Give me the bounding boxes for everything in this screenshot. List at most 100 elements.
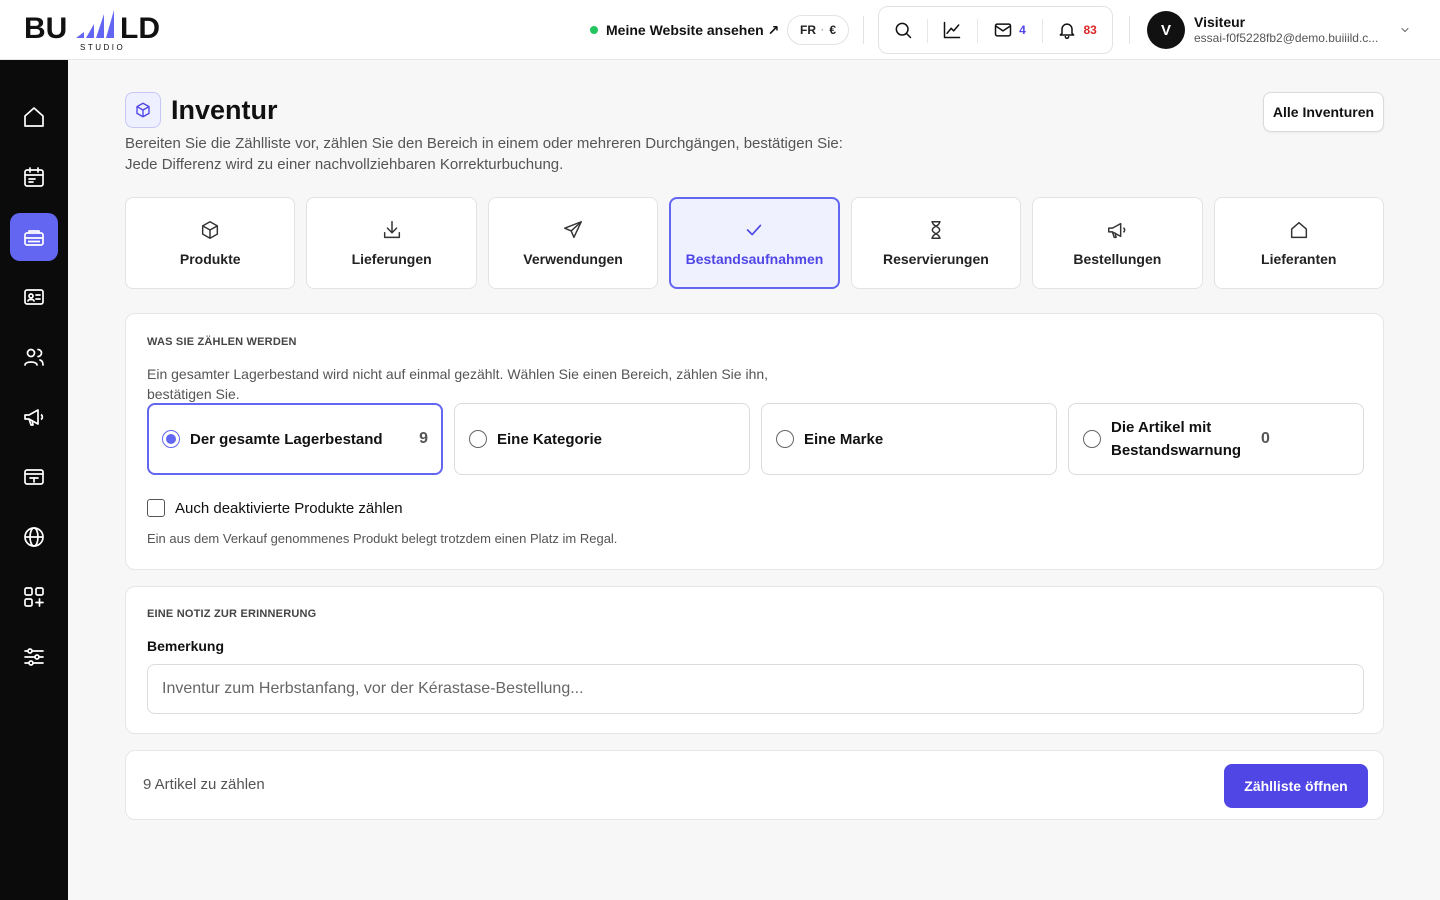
sidebar-item-users[interactable]: [10, 333, 58, 381]
svg-text:STUDIO: STUDIO: [80, 43, 125, 52]
locale-separator: ·: [820, 24, 825, 36]
divider: [863, 16, 864, 44]
mail-icon: [994, 23, 1012, 37]
tab-reservierungen[interactable]: Reservierungen: [850, 197, 1022, 289]
radio-button[interactable]: [1083, 430, 1101, 448]
register-icon: [24, 469, 44, 485]
all-inventories-button[interactable]: Alle Inventuren: [1263, 92, 1384, 132]
section-heading: Eine Notiz zur Erinnerung: [147, 608, 317, 620]
sidebar-item-calendar[interactable]: [10, 153, 58, 201]
user-menu[interactable]: V Visiteur essai-f0f5228fb2@demo.buiiild…: [1147, 11, 1417, 49]
megaphone-icon: [1108, 222, 1126, 239]
tab-verwendungen[interactable]: Verwendungen: [487, 197, 659, 289]
page-title: Inventur: [171, 95, 278, 125]
sliders-icon: [24, 648, 44, 666]
box-icon: [202, 221, 219, 239]
radio-selected-dot: [166, 434, 176, 444]
include-disabled-label: Auch deaktivierte Produkte zählen: [175, 499, 403, 517]
tab-lieferanten[interactable]: Lieferanten: [1213, 197, 1384, 289]
scope-options: Der gesamte Lagerbestand 9 Eine Kategori…: [147, 403, 1364, 475]
sidebar-item-home[interactable]: [10, 93, 58, 141]
tab-label: Lieferanten: [1261, 251, 1337, 267]
locale-switcher[interactable]: FR · €: [787, 15, 849, 45]
search-button[interactable]: [879, 7, 927, 53]
section-description: Ein gesamter Lagerbestand wird nicht auf…: [147, 366, 769, 402]
divider: [1129, 16, 1130, 44]
notifications-button[interactable]: 83: [1042, 7, 1112, 53]
open-count-list-button[interactable]: Zählliste öffnen: [1224, 764, 1368, 808]
page-icon: [125, 92, 161, 128]
sidebar-item-marketing[interactable]: [10, 393, 58, 441]
view-website-link[interactable]: Meine Website ansehen ↗: [590, 20, 779, 40]
user-info: Visiteur essai-f0f5228fb2@demo.buiiild.c…: [1194, 14, 1389, 46]
radio-button[interactable]: [469, 430, 487, 448]
remark-label: Bemerkung: [147, 638, 225, 654]
remark-input[interactable]: [147, 664, 1364, 714]
online-status-dot: [590, 26, 598, 34]
analytics-button[interactable]: [926, 7, 977, 53]
chart-line-icon: [943, 21, 960, 39]
radio-button[interactable]: [162, 430, 180, 448]
box-icon: [136, 102, 150, 118]
logo-mark: BU LD STUDIO: [24, 10, 160, 52]
tab-label: Bestellungen: [1073, 251, 1162, 267]
option-category[interactable]: Eine Kategorie: [454, 403, 750, 475]
inventory-icon: [24, 230, 44, 246]
option-count: 0: [1261, 430, 1270, 447]
sidebar-item-settings[interactable]: [10, 633, 58, 681]
include-disabled-checkbox[interactable]: [147, 499, 165, 517]
sidebar-item-contacts[interactable]: [10, 273, 58, 321]
option-label: Der gesamte Lagerbestand: [190, 430, 383, 448]
option-count: 9: [419, 430, 428, 447]
sidebar-item-website[interactable]: [10, 513, 58, 561]
option-stock-warning[interactable]: Die Artikel mit Bestandswarnung 0: [1068, 403, 1364, 475]
currency-symbol: €: [829, 23, 837, 37]
globe-icon: [24, 527, 44, 547]
contact-card-icon: [24, 289, 44, 305]
action-bar: 9 Artikel zu zählen Zählliste öffnen: [125, 750, 1384, 820]
sidebar-item-apps[interactable]: [10, 573, 58, 621]
tab-label: Lieferungen: [351, 251, 432, 267]
download-icon: [383, 221, 400, 239]
option-label: Eine Marke: [804, 430, 884, 448]
tab-label: Produkte: [179, 251, 241, 267]
tab-label: Bestandsaufnahmen: [685, 251, 824, 267]
hourglass-icon: [931, 221, 941, 239]
items-to-count: 9 Artikel zu zählen: [143, 776, 265, 793]
option-label: Eine Kategorie: [497, 430, 603, 448]
svg-text:BU: BU: [24, 12, 67, 45]
tab-bestandsaufnahmen[interactable]: Bestandsaufnahmen: [669, 197, 840, 289]
view-website-label: Meine Website ansehen ↗: [606, 21, 780, 38]
messages-button[interactable]: 4: [976, 7, 1043, 53]
radio-button[interactable]: [776, 430, 794, 448]
tab-lieferungen[interactable]: Lieferungen: [306, 197, 477, 289]
user-email: essai-f0f5228fb2@demo.buiiild.c...: [1194, 31, 1379, 45]
megaphone-icon: [24, 409, 44, 426]
sidebar: [0, 60, 68, 900]
tab-label: Verwendungen: [523, 251, 623, 267]
tab-produkte[interactable]: Produkte: [125, 197, 296, 289]
house-icon: [1290, 221, 1307, 239]
home-icon: [24, 107, 44, 127]
chevron-down-icon: [1401, 28, 1409, 33]
include-disabled-row[interactable]: Auch deaktivierte Produkte zählen: [147, 499, 403, 517]
toolbar-group: 4 83: [878, 6, 1113, 54]
apps-icon: [24, 587, 44, 607]
mail-count-badge: 4: [1019, 23, 1026, 37]
search-icon: [895, 22, 912, 39]
scope-card: Was Sie zählen werden Ein gesamter Lager…: [125, 313, 1384, 570]
tab-label: Reservierungen: [883, 251, 989, 267]
user-name: Visiteur: [1194, 14, 1246, 30]
tab-bestellungen[interactable]: Bestellungen: [1032, 197, 1203, 289]
sidebar-item-inventory[interactable]: [10, 213, 58, 261]
brand-logo[interactable]: BU LD STUDIO: [24, 8, 184, 54]
note-card: Eine Notiz zur Erinnerung Bemerkung: [125, 586, 1384, 734]
sidebar-item-register[interactable]: [10, 453, 58, 501]
page-description: Bereiten Sie die Zählliste vor, zählen S…: [125, 135, 843, 173]
language-code: FR: [799, 23, 816, 37]
section-tabs: Produkte Lieferungen Verwendungen Bestan…: [125, 197, 1384, 289]
option-brand[interactable]: Eine Marke: [761, 403, 1057, 475]
option-whole-stock[interactable]: Der gesamte Lagerbestand 9: [147, 403, 443, 475]
section-heading: Was Sie zählen werden: [147, 336, 297, 348]
bell-icon: [1060, 23, 1075, 40]
